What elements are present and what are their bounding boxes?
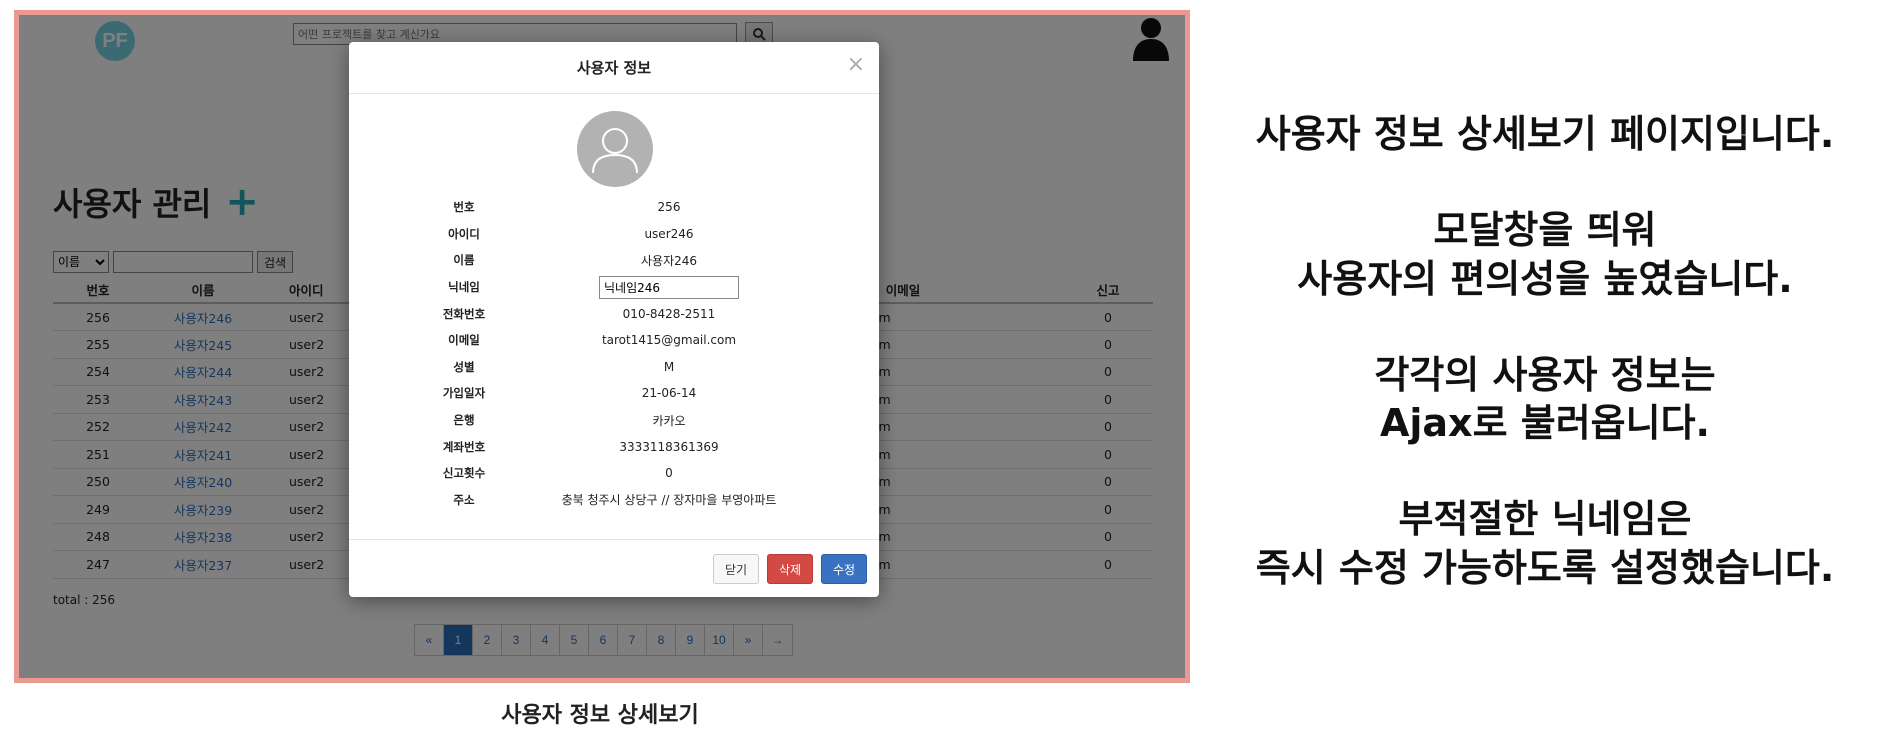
- info-row: 주소 충북 청주시 상당구 // 장자마을 부영아파트: [409, 487, 819, 514]
- note-paragraph: 모달창을 띄워 사용자의 편의성을 높였습니다.: [1215, 206, 1875, 303]
- modal-title: 사용자 정보: [576, 59, 652, 77]
- info-label: 성별: [453, 359, 475, 374]
- info-value: 카카오: [652, 413, 686, 428]
- close-icon[interactable]: ×: [847, 52, 865, 77]
- info-label: 이메일: [448, 333, 480, 348]
- note-line: Ajax로 불러옵니다.: [1379, 401, 1710, 445]
- info-label: 가입일자: [442, 386, 486, 401]
- info-value: user246: [644, 226, 694, 241]
- info-label: 신고횟수: [442, 466, 486, 481]
- info-value: 사용자246: [640, 253, 698, 268]
- delete-button[interactable]: 삭제: [767, 554, 813, 584]
- info-label: 닉네임: [448, 280, 480, 295]
- info-row: 이메일 tarot1415@gmail.com: [409, 327, 819, 354]
- info-label: 이름: [453, 253, 475, 268]
- info-row: 아이디 user246: [409, 221, 819, 248]
- info-value: 010-8428-2511: [622, 306, 716, 321]
- info-value: 충북 청주시 상당구 // 장자마을 부영아파트: [561, 493, 777, 508]
- info-row: 계좌번호 3333118361369: [409, 433, 819, 460]
- info-row: 가입일자 21-06-14: [409, 380, 819, 407]
- nickname-field-wrap: [519, 275, 819, 299]
- info-row: 번호 256: [409, 194, 819, 221]
- info-row: 전화번호 010-8428-2511: [409, 300, 819, 327]
- info-row: 은행 카카오: [409, 407, 819, 434]
- info-label: 은행: [453, 413, 475, 428]
- note-line: 즉시 수정 가능하도록 설정했습니다.: [1255, 545, 1835, 590]
- note-line: 각각의 사용자 정보는: [1374, 352, 1716, 397]
- info-value: 256: [657, 200, 681, 215]
- modal-header: 사용자 정보 ×: [349, 42, 879, 94]
- modal-footer: 닫기 삭제 수정: [349, 539, 879, 597]
- info-row: 닉네임: [409, 274, 819, 301]
- info-row: 신고횟수 0: [409, 460, 819, 487]
- profile-avatar: [577, 111, 653, 187]
- default-user-icon: [592, 128, 638, 174]
- note-line: 사용자 정보 상세보기 페이지입니다.: [1255, 112, 1835, 156]
- info-value: M: [663, 359, 675, 374]
- admin-page: PF 사용자 관리 + 이름 검색 번호 이름 아이디 이메일: [19, 15, 1185, 678]
- info-value: tarot1415@gmail.com: [601, 333, 737, 348]
- user-info-modal: 사용자 정보 × 번호 256 아이디 user246 이름 사용자246 닉네임전화번호 0…: [349, 42, 879, 597]
- note-line: 모달창을 띄워: [1433, 208, 1657, 253]
- close-button[interactable]: 닫기: [713, 554, 759, 584]
- description-notes: 사용자 정보 상세보기 페이지입니다. 모달창을 띄워 사용자의 편의성을 높였습니…: [1215, 110, 1875, 640]
- screenshot-caption: 사용자 정보 상세보기: [501, 703, 699, 728]
- note-paragraph: 각각의 사용자 정보는 Ajax로 불러옵니다.: [1215, 351, 1875, 448]
- info-row: 이름 사용자246: [409, 247, 819, 274]
- note-paragraph: 부적절한 닉네임은 즉시 수정 가능하도록 설정했습니다.: [1215, 495, 1875, 592]
- note-line: 사용자의 편의성을 높였습니다.: [1297, 256, 1793, 301]
- info-label: 번호: [453, 200, 475, 215]
- info-label: 주소: [453, 492, 475, 507]
- info-value: 0: [665, 466, 673, 481]
- nickname-input[interactable]: [599, 275, 739, 299]
- info-value: 3333118361369: [619, 439, 719, 454]
- info-label: 아이디: [448, 226, 480, 241]
- info-label: 계좌번호: [442, 439, 486, 454]
- note-line: 부적절한 닉네임은: [1398, 497, 1692, 542]
- info-label: 전화번호: [442, 306, 486, 321]
- info-row: 성별 M: [409, 354, 819, 381]
- user-info-list: 번호 256 아이디 user246 이름 사용자246 닉네임전화번호 010-8428-2…: [409, 194, 819, 513]
- screenshot-frame: PF 사용자 관리 + 이름 검색 번호 이름 아이디 이메일: [14, 10, 1190, 683]
- edit-button[interactable]: 수정: [821, 554, 867, 584]
- note-paragraph: 사용자 정보 상세보기 페이지입니다.: [1215, 110, 1875, 158]
- info-value: 21-06-14: [641, 386, 697, 401]
